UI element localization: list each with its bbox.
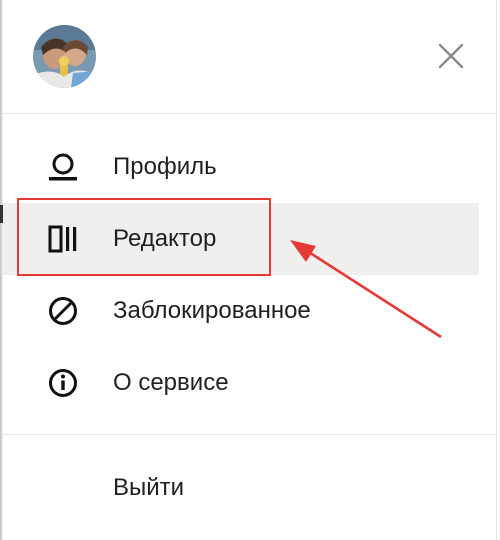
logout-label: Выйти — [113, 474, 185, 501]
info-icon — [47, 367, 79, 399]
editor-icon — [47, 223, 79, 255]
avatar[interactable] — [33, 25, 96, 88]
menu-item-label: Заблокированное — [113, 297, 311, 324]
divider — [3, 434, 497, 435]
menu-item-about[interactable]: О сервисе — [3, 347, 479, 419]
menu-header — [3, 0, 497, 112]
menu-item-label: Редактор — [113, 225, 217, 252]
divider — [3, 113, 497, 114]
menu-item-blocked[interactable]: Заблокированное — [3, 275, 479, 347]
menu-item-label: О сервисе — [113, 369, 229, 396]
user-menu-panel: Профиль Редактор Заблокированное О серви… — [3, 0, 497, 540]
logout-item[interactable]: Выйти — [3, 452, 479, 524]
menu-item-editor[interactable]: Редактор — [3, 203, 479, 275]
avatar-photo-icon — [33, 25, 96, 88]
close-icon — [438, 43, 464, 69]
user-icon — [47, 151, 79, 183]
blocked-icon — [47, 295, 79, 327]
close-button[interactable] — [431, 36, 471, 76]
menu-item-profile[interactable]: Профиль — [3, 131, 479, 203]
menu-item-label: Профиль — [113, 153, 217, 180]
